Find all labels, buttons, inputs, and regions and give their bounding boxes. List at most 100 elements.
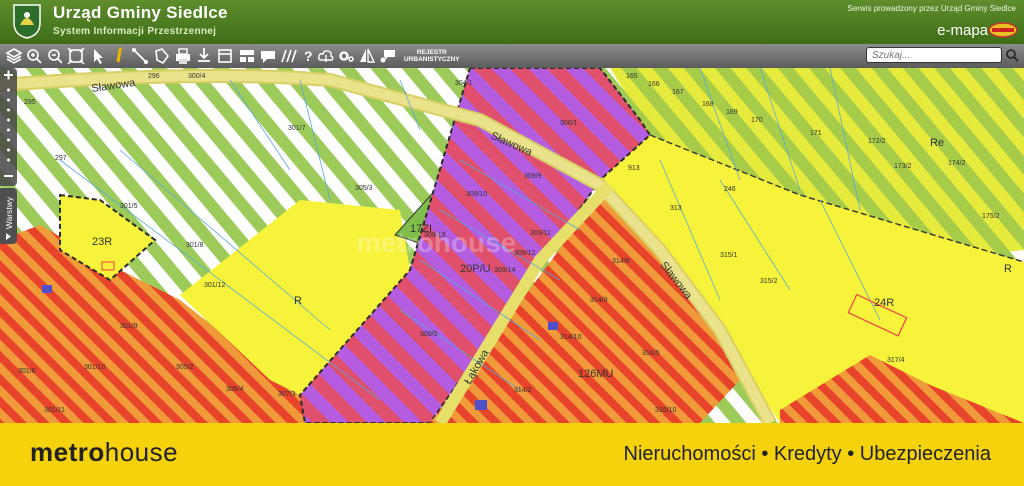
parcel-label: 301/5	[120, 203, 138, 210]
parcel-label: 167	[672, 89, 684, 96]
app-title: Urząd Gminy Siedlce	[53, 3, 228, 22]
layers-panel-toggle[interactable]: Warstwy	[0, 188, 17, 244]
zone-label: 126MU	[578, 368, 614, 380]
parcel-label: 173/2	[894, 163, 912, 170]
chat-user-icon[interactable]	[379, 46, 397, 66]
zoom-slider[interactable]	[0, 68, 17, 186]
measure-area-icon[interactable]	[153, 46, 171, 66]
comment-icon[interactable]	[259, 46, 277, 66]
brand-bold: metro	[30, 437, 105, 467]
parcel-label: 305/2	[176, 364, 194, 371]
parcel-label: 171	[810, 130, 822, 137]
parcel-label: 305/3	[355, 185, 373, 192]
parcel-label: 304/1	[455, 80, 473, 87]
zone-label: Re	[930, 137, 944, 149]
service-note: Serwis prowadzony przez Urząd Gminy Sied…	[847, 4, 1016, 13]
parcel-label: 314/2	[514, 387, 532, 394]
parcel-label: 172/2	[868, 138, 886, 145]
select-arrow-icon[interactable]	[89, 46, 107, 66]
zone-label: 23R	[92, 236, 112, 248]
parcel-label: 309/12	[514, 250, 536, 257]
app-header: Urząd Gminy Siedlce System Informacji Pr…	[0, 0, 1024, 44]
layers-icon[interactable]	[5, 46, 23, 66]
parcel-label: 314/9	[590, 297, 608, 304]
parcel-label: 309/14	[494, 267, 516, 274]
parcel-label: 315/2	[760, 278, 778, 285]
parcel-label: 309/11	[530, 230, 551, 237]
map-watermark: metrohouse	[356, 227, 516, 258]
hatch-icon[interactable]	[280, 46, 298, 66]
coat-of-arms-icon	[13, 4, 41, 39]
app-subtitle: System Informacji Przestrzennej	[53, 26, 217, 37]
full-extent-icon[interactable]	[67, 46, 85, 66]
parcel-label: 301/12	[204, 282, 226, 289]
parcel-label: 309/10	[466, 191, 488, 198]
expand-arrow-icon	[6, 233, 11, 240]
zone-label: R	[294, 295, 302, 307]
help-icon[interactable]: ?	[300, 46, 318, 66]
print-icon[interactable]	[174, 46, 192, 66]
zoom-plus-icon	[4, 70, 13, 80]
compare-icon[interactable]	[358, 46, 376, 66]
agency-tagline: Nieruchomości • Kredyty • Ubezpieczenia	[623, 443, 992, 465]
parcel-label: 307/3	[278, 391, 296, 398]
cloud-upload-icon[interactable]	[317, 46, 335, 66]
agency-logo: metrohouse	[30, 437, 178, 468]
parcel-label: 168	[702, 101, 714, 108]
parcel-label: 246	[724, 186, 736, 193]
parcel-label: 301/11	[44, 407, 65, 414]
zoom-slider-graphic	[4, 70, 13, 177]
parcel-label: 296	[148, 73, 160, 80]
building-marker	[475, 400, 487, 410]
brand-light: house	[104, 437, 179, 467]
parcel-label: 301/8	[186, 242, 204, 249]
search-input[interactable]	[866, 47, 1002, 63]
parcel-label: 301/9	[120, 323, 138, 330]
measure-distance-icon[interactable]	[131, 46, 149, 66]
parcel-label: 317/4	[887, 357, 905, 364]
parcel-label: 301/10	[84, 364, 106, 371]
layout-icon[interactable]	[238, 46, 256, 66]
info-icon[interactable]	[110, 46, 128, 66]
parcel-label: 313	[670, 205, 682, 212]
parcel-label: 300/4	[188, 73, 206, 80]
zone-label: 24R	[874, 297, 894, 309]
window-icon[interactable]	[216, 46, 234, 66]
parcel-label: 309/9	[524, 173, 542, 180]
settings-icon[interactable]	[337, 46, 355, 66]
parcel-label: 170	[751, 117, 763, 124]
zoom-out-icon[interactable]	[46, 46, 64, 66]
registry-line1: REJESTR	[416, 49, 447, 56]
parcel-label: 297	[55, 155, 67, 162]
zone-label: 20P/U	[460, 263, 491, 275]
search-icon[interactable]	[1004, 47, 1020, 64]
zoning-map[interactable]: Sławowa Sławowa Sławowa Łąkowa 23R R 17Z…	[0, 68, 1024, 423]
emapa-label: e-mapa	[937, 22, 988, 39]
svg-text:?: ?	[304, 48, 313, 64]
parcel-label: 169	[726, 109, 738, 116]
parcel-label: 316/10	[655, 407, 677, 414]
building-marker	[548, 322, 558, 330]
parcel-label: 301/6	[18, 368, 36, 375]
zone-label: R	[1004, 263, 1012, 275]
parcel-label: 314/10	[560, 334, 582, 341]
parcel-label: 301/7	[288, 125, 306, 132]
parcel-label: 309/5	[420, 331, 438, 338]
parcel-label: 305/4	[226, 386, 244, 393]
parcel-label: 166	[648, 81, 660, 88]
building-marker	[42, 285, 52, 293]
emapa-logo-icon[interactable]	[988, 22, 1018, 38]
parcel-label: 165	[626, 73, 638, 80]
parcel-label: 315/1	[720, 252, 738, 259]
parcel-label: 174/2	[948, 160, 966, 167]
parcel-label: 913	[628, 165, 640, 172]
download-icon[interactable]	[195, 46, 213, 66]
parcel-label: 295	[24, 99, 36, 106]
urban-registry-button[interactable]: REJESTR URBANISTYCZNY	[404, 49, 460, 63]
layers-label: Warstwy	[4, 196, 14, 230]
parcel-label: 316/5	[642, 350, 660, 357]
parcel-label: 314/8	[612, 258, 630, 265]
zoom-in-icon[interactable]	[25, 46, 43, 66]
registry-line2: URBANISTYCZNY	[404, 56, 460, 63]
parcel-label: 306/1	[560, 120, 578, 127]
